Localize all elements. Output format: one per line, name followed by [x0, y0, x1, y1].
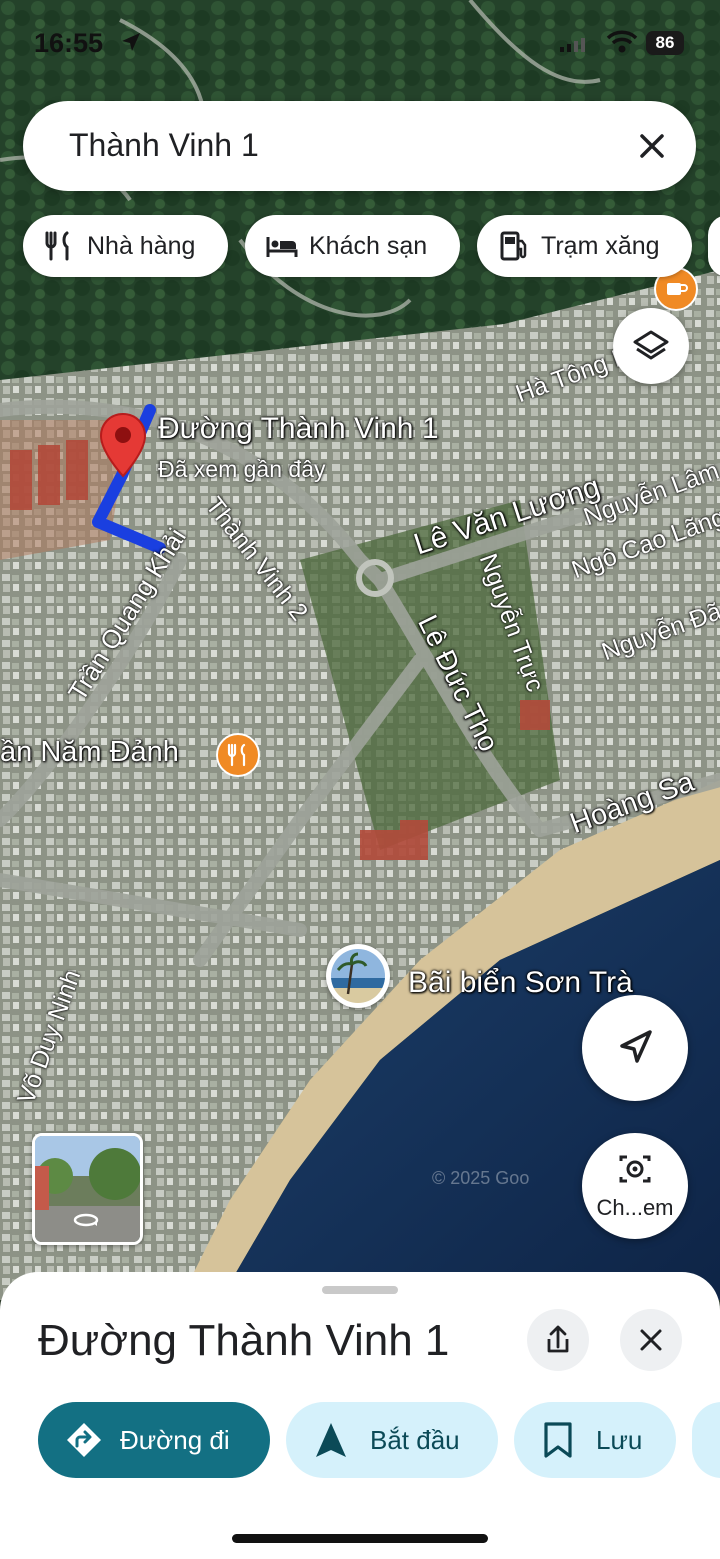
beach-photo-marker[interactable] — [326, 944, 390, 1008]
close-icon — [640, 1329, 662, 1351]
restaurant-icon[interactable] — [216, 733, 260, 777]
place-bottom-sheet[interactable]: Đường Thành Vinh 1 Đường đi Bắt đầu Lưu — [0, 1272, 720, 1559]
close-sheet-button[interactable] — [620, 1309, 682, 1371]
map-watermark: © 2025 Goo — [432, 1168, 530, 1188]
camera-lens-icon — [619, 1155, 651, 1183]
home-indicator — [232, 1534, 488, 1543]
cellular-signal-icon — [560, 38, 585, 52]
hotel-icon — [266, 237, 298, 257]
save-button[interactable]: Lưu — [514, 1402, 676, 1478]
directions-label: Đường đi — [120, 1424, 230, 1455]
location-pin-icon[interactable] — [98, 412, 148, 478]
share-icon — [547, 1325, 569, 1353]
battery-indicator: 86 — [646, 31, 684, 55]
chip-hotels[interactable]: Khách sạn — [245, 215, 460, 277]
bookmark-icon — [544, 1422, 572, 1458]
chip-label: Trạm xăng — [541, 231, 660, 260]
sheet-drag-handle[interactable] — [322, 1286, 398, 1294]
place-title: Đường Thành Vinh 1 — [38, 1316, 450, 1365]
share-button[interactable] — [527, 1309, 589, 1371]
search-bar[interactable]: Thành Vinh 1 — [23, 101, 696, 191]
chip-label: Khách sạn — [309, 231, 428, 260]
navigation-arrow-icon — [620, 1030, 652, 1063]
status-bar: 16:55 86 — [0, 0, 720, 90]
restaurant-icon — [45, 231, 69, 261]
pin-title-label[interactable]: Đường Thành Vinh 1 — [158, 412, 439, 446]
gas-station-icon — [500, 231, 527, 261]
start-label: Bắt đầu — [370, 1424, 460, 1455]
poi-restaurant-label[interactable]: ần Năm Đảnh — [0, 736, 179, 769]
directions-button[interactable]: Đường đi — [38, 1402, 270, 1478]
chip-restaurants[interactable]: Nhà hàng — [23, 215, 228, 277]
lens-label: Ch...em — [596, 1195, 674, 1220]
wifi-icon — [606, 30, 638, 53]
close-icon[interactable] — [633, 127, 671, 165]
navigate-icon — [316, 1423, 346, 1457]
rotate-360-icon — [73, 1213, 99, 1227]
my-location-button[interactable] — [582, 995, 688, 1101]
layers-icon — [633, 330, 669, 360]
pin-subtitle-label: Đã xem gần đây — [158, 456, 326, 482]
directions-icon — [67, 1423, 101, 1457]
start-navigation-button[interactable]: Bắt đầu — [286, 1402, 498, 1478]
save-label: Lưu — [596, 1424, 643, 1455]
layers-button[interactable] — [613, 308, 689, 384]
more-actions-button[interactable] — [692, 1402, 720, 1478]
chip-gas-stations[interactable]: Trạm xăng — [477, 215, 692, 277]
status-time: 16:55 — [34, 28, 104, 58]
chip-label: Nhà hàng — [87, 231, 196, 260]
street-view-thumbnail[interactable] — [32, 1133, 143, 1245]
location-arrow-icon — [122, 33, 140, 51]
lens-button[interactable]: Ch...em — [582, 1133, 688, 1239]
search-query-text[interactable]: Thành Vinh 1 — [69, 127, 259, 164]
